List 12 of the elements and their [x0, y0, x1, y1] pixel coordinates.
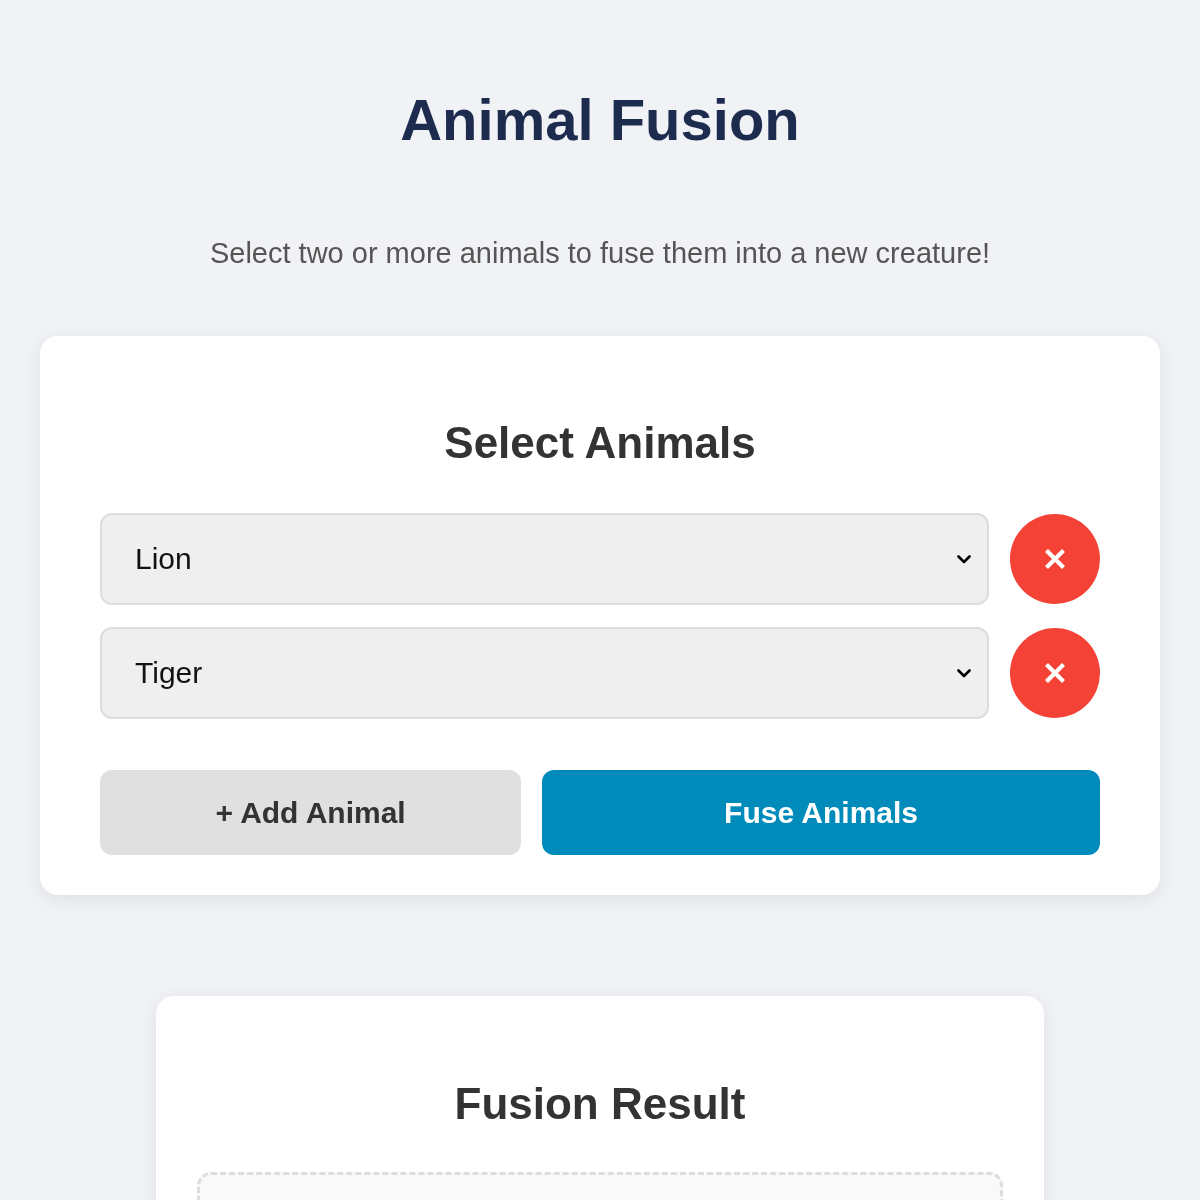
close-icon	[1045, 549, 1065, 569]
chevron-icon	[957, 668, 971, 678]
close-icon	[1045, 663, 1065, 683]
card-heading: Fusion Result	[453, 1078, 747, 1130]
card-heading: Select Animals	[443, 417, 757, 469]
animal-select[interactable]: Lion	[100, 513, 989, 605]
fuse-button[interactable]: Fuse Animals	[542, 770, 1100, 855]
animal-select[interactable]: Tiger	[100, 627, 989, 719]
page-title: Animal Fusion	[400, 86, 800, 154]
add-button[interactable]: + Add Animal	[100, 770, 522, 855]
chevron-icon	[957, 554, 971, 564]
page-subtitle: Select two or more animals to fuse them into a new creature!	[209, 236, 991, 271]
